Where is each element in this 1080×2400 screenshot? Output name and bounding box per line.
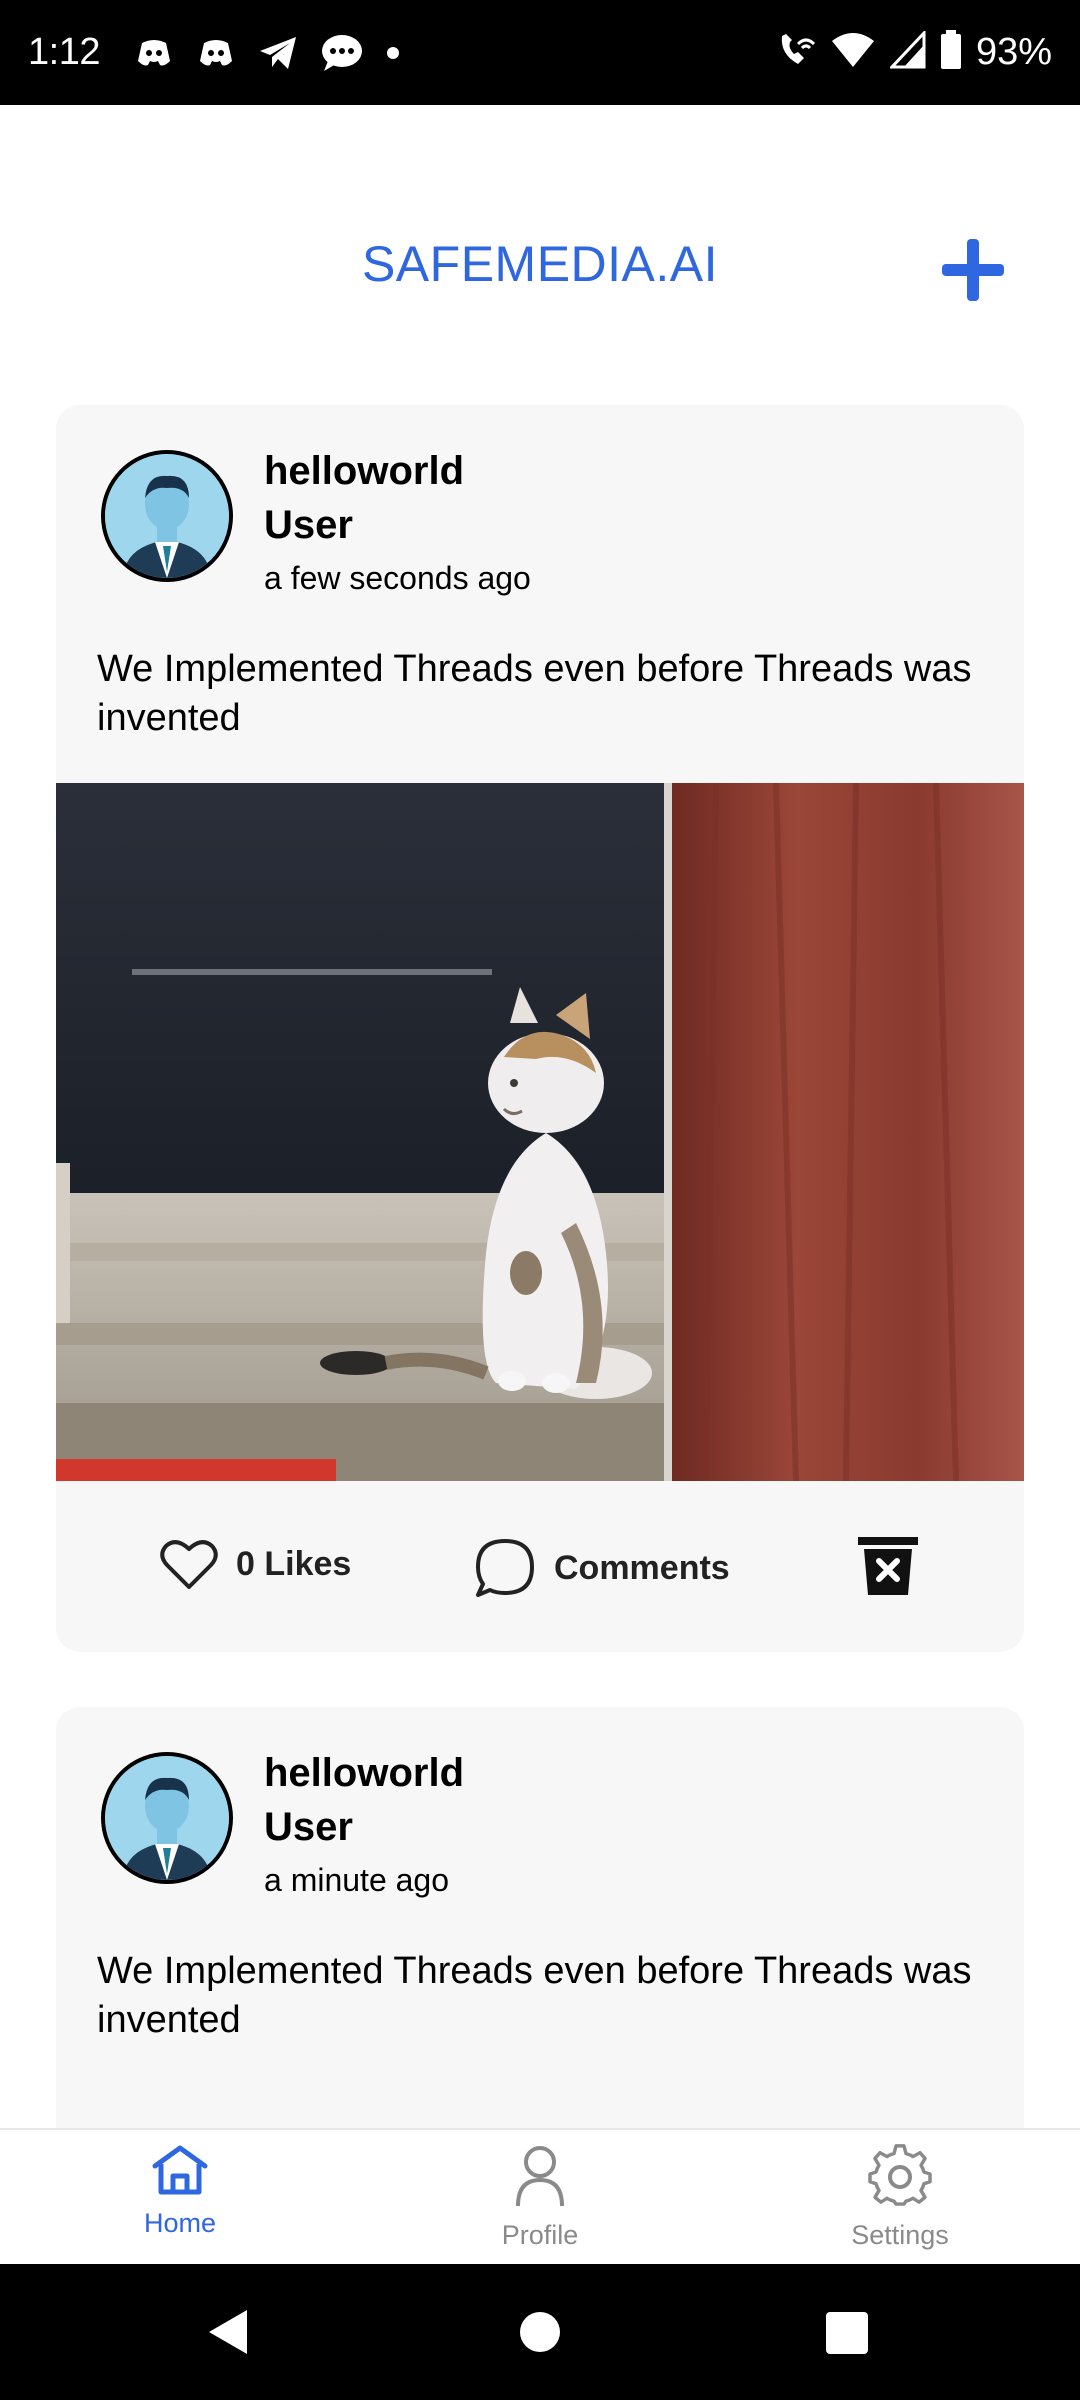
notification-icons <box>134 33 400 73</box>
gear-icon <box>868 2144 932 2206</box>
home-icon <box>152 2145 208 2195</box>
nav-profile-label: Profile <box>501 2220 579 2250</box>
nav-settings[interactable]: Settings <box>800 2144 1000 2251</box>
wifi-icon <box>830 31 876 74</box>
comments-label: Comments <box>554 1548 730 1587</box>
system-nav-bar <box>0 2264 1080 2400</box>
wifi-call-icon <box>776 30 816 75</box>
bottom-nav: Home Profile Settings <box>0 2128 1080 2264</box>
telegram-icon <box>258 35 298 71</box>
post-actions: 0 Likes Comments <box>56 1481 1024 1652</box>
post-user-role: User <box>264 503 353 547</box>
post-timestamp: a minute ago <box>264 1862 450 1898</box>
comment-icon <box>476 1539 534 1597</box>
signal-icon <box>888 29 926 74</box>
nav-profile[interactable]: Profile <box>440 2144 640 2251</box>
discord-icon <box>196 37 236 69</box>
chat-bubble-icon <box>320 33 364 73</box>
nav-home[interactable]: Home <box>80 2144 280 2239</box>
post-username[interactable]: helloworld <box>264 1751 464 1796</box>
avatar[interactable] <box>101 450 233 582</box>
home-system-button[interactable] <box>520 2312 560 2352</box>
app-header: SAFEMEDIA.AI <box>0 105 1080 405</box>
person-icon <box>516 2146 564 2207</box>
battery-icon <box>940 30 962 75</box>
post-user-role: User <box>264 1805 353 1849</box>
plus-icon <box>942 239 1004 301</box>
post-image[interactable] <box>56 783 1024 1481</box>
battery-percentage: 93% <box>975 31 1052 73</box>
post-card: helloworld User a minute ago We Implemen… <box>56 1707 1024 2128</box>
comments-button[interactable]: Comments <box>474 1537 730 1599</box>
page-title: SAFEMEDIA.AI <box>361 236 719 292</box>
status-bar: 1:12 93% <box>0 0 1080 105</box>
back-button[interactable] <box>205 2308 251 2361</box>
post-card: helloworld User a few seconds ago We Imp… <box>56 405 1024 1652</box>
nav-settings-label: Settings <box>851 2220 949 2250</box>
avatar[interactable] <box>101 1752 233 1884</box>
post-feed[interactable]: helloworld User a few seconds ago We Imp… <box>0 405 1080 2128</box>
post-timestamp: a few seconds ago <box>264 560 531 596</box>
discord-icon <box>134 37 174 69</box>
trash-icon <box>858 1537 918 1595</box>
like-button[interactable]: 0 Likes <box>160 1537 351 1591</box>
nav-home-label: Home <box>143 2208 217 2238</box>
post-text: We Implemented Threads even before Threa… <box>97 648 972 739</box>
likes-count: 0 Likes <box>236 1544 352 1583</box>
post-text: We Implemented Threads even before Threa… <box>97 1950 972 2041</box>
back-icon <box>209 2310 247 2354</box>
recents-button[interactable] <box>826 2312 868 2354</box>
dot-icon <box>386 46 400 60</box>
add-post-button[interactable] <box>938 235 1008 305</box>
heart-icon <box>160 1540 218 1589</box>
delete-post-button[interactable] <box>856 1535 920 1599</box>
status-time: 1:12 <box>28 31 100 73</box>
post-username[interactable]: helloworld <box>264 449 464 494</box>
